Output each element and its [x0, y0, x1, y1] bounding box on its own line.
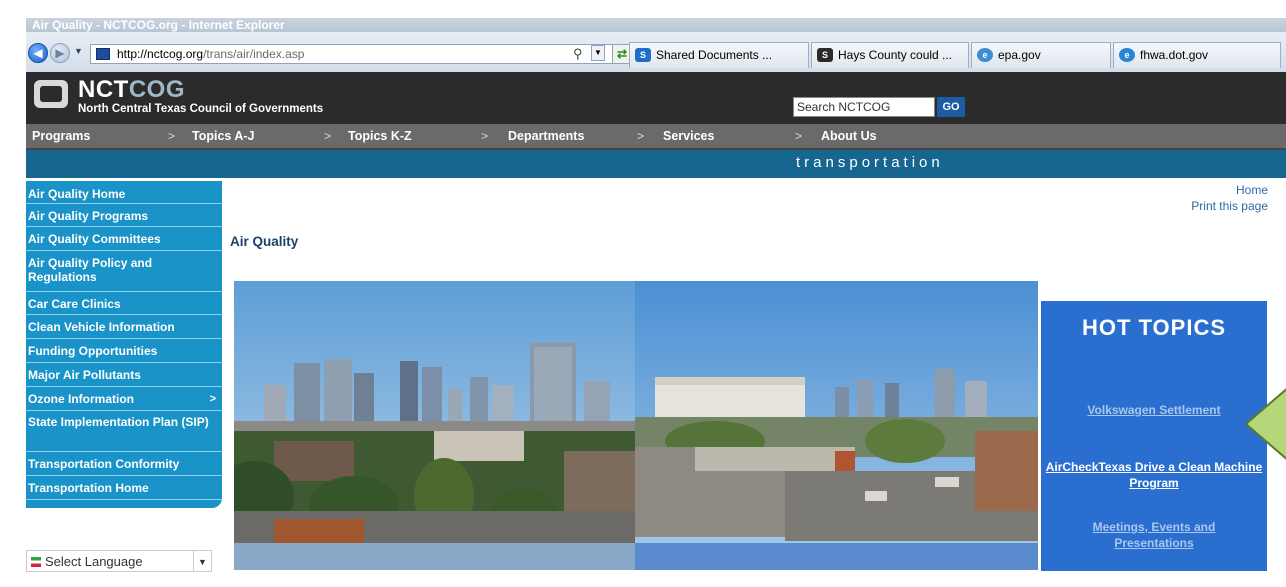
- address-toolbar: ◀ ▶ ▼ http://nctcog.org/trans/air/index.…: [26, 32, 1286, 72]
- sidebar-item-label: Ozone Information: [28, 392, 134, 406]
- utility-links: Home Print this page: [1191, 182, 1268, 214]
- sidebar-item-car-care-clinics[interactable]: Car Care Clinics: [26, 293, 222, 315]
- sidebar-item-major-air-pollutants[interactable]: Major Air Pollutants: [26, 364, 222, 387]
- page-title: Air Quality: [230, 234, 299, 249]
- sidebar-item-state-implementation-plan[interactable]: State Implementation Plan (SIP): [26, 412, 222, 452]
- sidebar-item-clean-vehicle-information[interactable]: Clean Vehicle Information: [26, 316, 222, 339]
- volkswagen-settlement-link[interactable]: Volkswagen Settlement: [1041, 402, 1267, 418]
- skyline-photo-right: [635, 281, 1038, 570]
- sidebar-item-air-quality-policy[interactable]: Air Quality Policy and Regulations: [26, 252, 222, 292]
- section-band: transportation: [26, 150, 1286, 178]
- search-go-button[interactable]: GO: [937, 97, 965, 117]
- browser-tab[interactable]: e epa.gov: [971, 42, 1111, 68]
- browser-tab[interactable]: S Hays County could ...: [811, 42, 969, 68]
- address-path: /trans/air/index.asp: [203, 47, 305, 61]
- site-logo[interactable]: NCTCOG: [78, 78, 185, 102]
- aircheck-texas-link[interactable]: AirCheckTexas Drive a Clean Machine Prog…: [1041, 459, 1267, 491]
- section-band-label: transportation: [796, 154, 944, 171]
- logo-suffix: COG: [128, 76, 185, 103]
- home-link[interactable]: Home: [1191, 182, 1268, 198]
- tab-label: fhwa.dot.gov: [1140, 48, 1209, 62]
- menu-separator-icon: >: [168, 129, 176, 143]
- sharepoint-icon: S: [635, 48, 651, 62]
- menu-topics-a-j[interactable]: Topics A-J: [192, 124, 255, 148]
- epa-icon: e: [977, 48, 993, 62]
- address-bar[interactable]: http://nctcog.org/trans/air/index.asp: [90, 44, 630, 64]
- back-button-icon[interactable]: ◀: [28, 43, 48, 63]
- menu-separator-icon: >: [481, 129, 489, 143]
- chevron-right-icon: >: [209, 393, 216, 405]
- browser-window: Air Quality - NCTCOG.org - Internet Expl…: [0, 0, 1286, 587]
- browser-tab[interactable]: S Shared Documents ...: [629, 42, 809, 68]
- hot-topics-title: HOT TOPICS: [1081, 315, 1227, 340]
- main-menu: Programs > Topics A-J > Topics K-Z > Dep…: [26, 124, 1286, 150]
- print-page-link[interactable]: Print this page: [1191, 198, 1268, 214]
- tab-label: epa.gov: [998, 48, 1041, 62]
- window-title: Air Quality - NCTCOG.org - Internet Expl…: [26, 18, 1286, 32]
- menu-separator-icon: >: [637, 129, 645, 143]
- sidebar-item-transportation-conformity[interactable]: Transportation Conformity: [26, 453, 222, 476]
- hot-topics-panel: HOT TOPICS Volkswagen Settlement AirChec…: [1041, 301, 1267, 571]
- menu-programs[interactable]: Programs: [32, 124, 90, 148]
- tab-label: Hays County could ...: [838, 48, 953, 62]
- sidebar-item-air-quality-programs[interactable]: Air Quality Programs: [26, 205, 222, 227]
- sidebar-nav: Air Quality Home Air Quality Programs Ai…: [26, 181, 222, 508]
- google-translate-icon: [31, 557, 41, 567]
- menu-separator-icon: >: [795, 129, 803, 143]
- chevron-down-icon: ▼: [193, 551, 211, 571]
- site-header: NCTCOG North Central Texas Council of Go…: [26, 72, 1286, 124]
- page-icon: S: [817, 48, 833, 62]
- skyline-photo-left: [234, 281, 635, 570]
- nctcog-logo-icon[interactable]: [34, 80, 68, 108]
- menu-about-us[interactable]: About Us: [821, 124, 877, 148]
- language-select[interactable]: Select Language ▼: [26, 550, 212, 572]
- sidebar-item-air-quality-committees[interactable]: Air Quality Committees: [26, 228, 222, 251]
- site-search-input[interactable]: Search NCTCOG: [793, 97, 935, 117]
- search-icon[interactable]: ⚲: [573, 46, 583, 62]
- sidebar-item-air-quality-home[interactable]: Air Quality Home: [26, 184, 222, 204]
- menu-topics-k-z[interactable]: Topics K-Z: [348, 124, 412, 148]
- address-domain: http://nctcog.org: [117, 47, 204, 61]
- callout-arrow-icon: [1246, 388, 1286, 460]
- menu-departments[interactable]: Departments: [508, 124, 584, 148]
- forward-button-icon[interactable]: ▶: [50, 43, 70, 63]
- sidebar-item-ozone-information[interactable]: Ozone Information >: [26, 388, 222, 411]
- address-dropdown-icon[interactable]: ▼: [591, 45, 605, 61]
- history-dropdown-icon[interactable]: ▼: [74, 46, 83, 56]
- ie-icon: e: [1119, 48, 1135, 62]
- browser-tab[interactable]: e fhwa.dot.gov: [1113, 42, 1281, 68]
- logo-subtitle: North Central Texas Council of Governmen…: [78, 103, 324, 115]
- sidebar-item-funding-opportunities[interactable]: Funding Opportunities: [26, 340, 222, 363]
- language-select-label: Select Language: [45, 554, 143, 569]
- site-favicon-icon: [96, 48, 110, 60]
- menu-separator-icon: >: [324, 129, 332, 143]
- sidebar-item-transportation-home[interactable]: Transportation Home: [26, 477, 222, 500]
- tab-label: Shared Documents ...: [656, 48, 773, 62]
- meetings-events-link[interactable]: Meetings, Events and Presentations: [1041, 519, 1267, 551]
- menu-services[interactable]: Services: [663, 124, 714, 148]
- logo-prefix: NCT: [78, 76, 129, 103]
